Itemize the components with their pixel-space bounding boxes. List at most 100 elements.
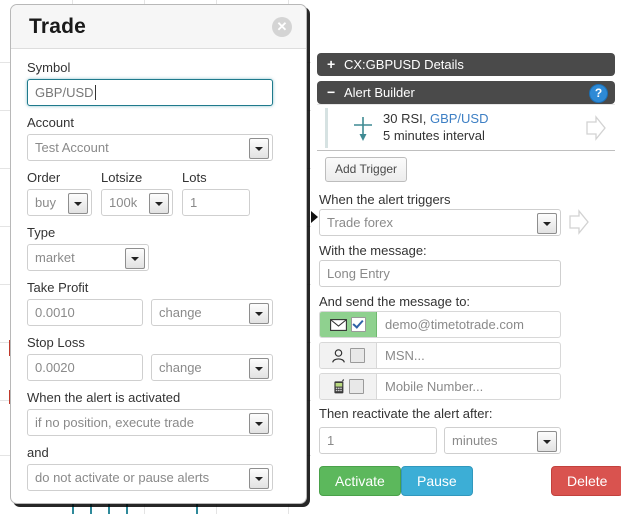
- lotsize-label: Lotsize: [101, 170, 143, 185]
- order-value: buy: [35, 195, 56, 210]
- field-stop-loss: Stop Loss 0.0020 change: [27, 335, 290, 381]
- field-order: Order buy: [27, 170, 92, 216]
- accordion-cx-gbpusd-details[interactable]: + CX:GBPUSD Details: [317, 53, 615, 76]
- when-triggers-value: Trade forex: [327, 215, 393, 230]
- chevron-down-icon[interactable]: [68, 193, 88, 214]
- details-bar-label: CX:GBPUSD Details: [344, 57, 464, 72]
- send-to-row-msn[interactable]: MSN...: [319, 342, 561, 369]
- ghost-right-arrow-icon[interactable]: [585, 115, 607, 141]
- person-icon: [332, 348, 345, 363]
- email-channel-toggle[interactable]: [320, 312, 377, 337]
- delete-button[interactable]: Delete: [551, 466, 621, 496]
- chevron-down-icon[interactable]: [125, 248, 145, 269]
- lots-label: Lots: [182, 170, 207, 185]
- page-title: Trade: [29, 15, 87, 38]
- when-activated-select[interactable]: if no position, execute trade: [27, 409, 273, 436]
- chevron-down-icon[interactable]: [249, 468, 269, 489]
- symbol-label: Symbol: [27, 60, 71, 75]
- reactivate-unit-value: minutes: [452, 433, 498, 448]
- when-triggers-label: When the alert triggers: [319, 192, 451, 207]
- account-value: Test Account: [35, 140, 109, 155]
- stop-loss-mode-select[interactable]: change: [151, 354, 273, 381]
- field-take-profit: Take Profit 0.0010 change: [27, 280, 290, 326]
- and-value: do not activate or pause alerts: [35, 470, 210, 485]
- mobile-phone-icon: [334, 379, 345, 394]
- take-profit-mode-value: change: [159, 305, 202, 320]
- stop-loss-mode-value: change: [159, 360, 202, 375]
- lots-input[interactable]: 1: [182, 189, 250, 216]
- lotsize-value: 100k: [109, 195, 138, 210]
- take-profit-input[interactable]: 0.0010: [27, 299, 143, 326]
- take-profit-mode-select[interactable]: change: [151, 299, 273, 326]
- activate-button[interactable]: Activate: [319, 466, 401, 496]
- dialog-body: Symbol GBP/USD Account Test Account Orde…: [11, 49, 306, 491]
- reactivate-value-input[interactable]: 1: [319, 427, 437, 454]
- reactivate-label: Then reactivate the alert after:: [319, 406, 493, 421]
- field-lots: Lots 1: [182, 170, 250, 216]
- chevron-down-icon[interactable]: [249, 303, 269, 324]
- send-to-row-email[interactable]: demo@timetotrade.com: [319, 311, 561, 338]
- trigger-list-item[interactable]: 30 RSI, GBP/USD 5 minutes interval: [317, 104, 615, 151]
- close-icon[interactable]: ✕: [272, 17, 292, 37]
- message-input[interactable]: Long Entry: [319, 260, 561, 287]
- stop-loss-input[interactable]: 0.0020: [27, 354, 143, 381]
- dialog-header: Trade ✕: [11, 5, 306, 49]
- with-message-label: With the message:: [319, 243, 427, 258]
- chevron-down-icon[interactable]: [537, 431, 557, 452]
- field-lotsize: Lotsize 100k: [101, 170, 173, 216]
- trigger-line1: 30 RSI, GBP/USD: [383, 110, 488, 127]
- lotsize-select[interactable]: 100k: [101, 189, 173, 216]
- email-value[interactable]: demo@timetotrade.com: [377, 312, 560, 337]
- symbol-input[interactable]: GBP/USD: [27, 79, 273, 106]
- order-label: Order: [27, 170, 61, 185]
- take-profit-label: Take Profit: [27, 280, 89, 295]
- collapse-minus-icon[interactable]: −: [327, 81, 335, 104]
- envelope-icon: [330, 318, 347, 331]
- add-trigger-button[interactable]: Add Trigger: [325, 157, 408, 182]
- email-checkbox[interactable]: [351, 317, 366, 332]
- trigger-accent-bar: [325, 108, 328, 148]
- order-row: Order buy Lotsize 100k Lots 1: [27, 170, 290, 216]
- when-activated-label: When the alert is activated: [27, 390, 181, 405]
- reactivate-unit-select[interactable]: minutes: [444, 427, 561, 454]
- field-when-activated: When the alert is activated if no positi…: [27, 390, 290, 436]
- order-select[interactable]: buy: [27, 189, 92, 216]
- when-triggers-select[interactable]: Trade forex: [319, 209, 561, 236]
- mobile-channel-toggle[interactable]: [320, 374, 377, 399]
- field-account: Account Test Account: [27, 115, 290, 161]
- msn-value[interactable]: MSN...: [377, 343, 560, 368]
- type-label: Type: [27, 225, 56, 240]
- and-select[interactable]: do not activate or pause alerts: [27, 464, 273, 491]
- chevron-down-icon[interactable]: [249, 358, 269, 379]
- field-and: and do not activate or pause alerts: [27, 445, 290, 491]
- when-activated-value: if no position, execute trade: [35, 415, 194, 430]
- chevron-down-icon[interactable]: [537, 213, 557, 234]
- chevron-down-icon[interactable]: [249, 138, 269, 159]
- type-value: market: [35, 250, 75, 265]
- pause-button[interactable]: Pause: [401, 466, 473, 496]
- account-select[interactable]: Test Account: [27, 134, 273, 161]
- trade-dialog: Trade ✕ Symbol GBP/USD Account Test Acco…: [10, 4, 307, 504]
- msn-channel-toggle[interactable]: [320, 343, 377, 368]
- accordion-alert-builder[interactable]: − Alert Builder ?: [317, 81, 615, 104]
- field-type: Type market: [27, 225, 290, 271]
- trigger-description: 30 RSI, GBP/USD 5 minutes interval: [383, 110, 488, 144]
- account-label: Account: [27, 115, 74, 130]
- field-symbol: Symbol GBP/USD: [27, 60, 290, 106]
- chevron-down-icon[interactable]: [149, 193, 169, 214]
- trigger-symbol: GBP/USD: [429, 111, 489, 126]
- type-select[interactable]: market: [27, 244, 149, 271]
- send-to-row-mobile[interactable]: Mobile Number...: [319, 373, 561, 400]
- send-to-label: And send the message to:: [319, 294, 471, 309]
- alert-builder-bar-label: Alert Builder: [344, 85, 415, 100]
- chevron-down-icon[interactable]: [249, 413, 269, 434]
- callout-pointer-icon: [311, 211, 318, 223]
- msn-checkbox[interactable]: [350, 348, 365, 363]
- help-question-icon[interactable]: ?: [589, 84, 608, 103]
- mobile-value[interactable]: Mobile Number...: [377, 374, 560, 399]
- trigger-indicator: 30 RSI,: [383, 111, 430, 126]
- mobile-checkbox[interactable]: [349, 379, 364, 394]
- ghost-right-arrow-icon[interactable]: [568, 209, 590, 235]
- expand-plus-icon[interactable]: +: [327, 53, 335, 76]
- and-label: and: [27, 445, 49, 460]
